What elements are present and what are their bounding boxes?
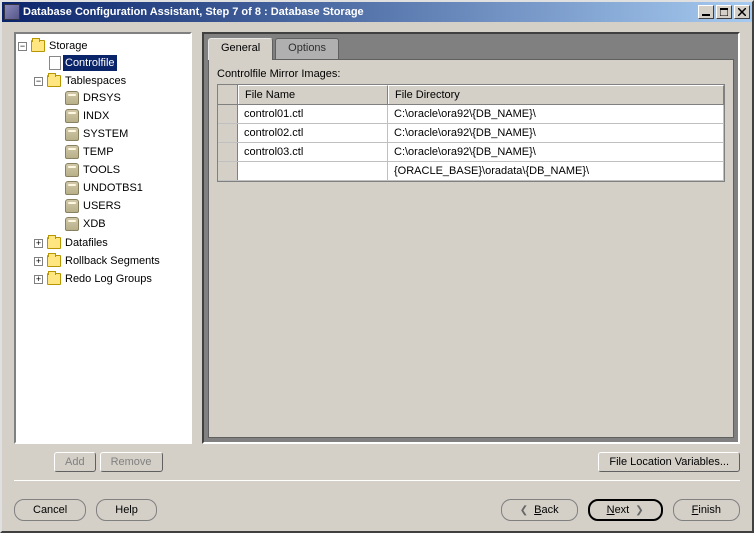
- cancel-button[interactable]: Cancel: [14, 499, 86, 521]
- tabs: General Options: [208, 38, 734, 60]
- folder-icon: [31, 40, 45, 52]
- detail-panel: General Options Controlfile Mirror Image…: [202, 32, 740, 444]
- next-button[interactable]: Next❯: [588, 499, 663, 521]
- tree-node-temp[interactable]: TEMP: [50, 144, 188, 160]
- tree-node-redo[interactable]: + Redo Log Groups: [34, 271, 188, 287]
- window-title: Database Configuration Assistant, Step 7…: [23, 6, 696, 18]
- tree-node-system[interactable]: SYSTEM: [50, 126, 188, 142]
- finish-button[interactable]: Finish: [673, 499, 740, 521]
- folder-icon: [47, 237, 61, 249]
- table-row[interactable]: control01.ctl C:\oracle\ora92\{DB_NAME}\: [218, 105, 724, 124]
- tablespace-icon: [65, 127, 79, 141]
- minimize-button[interactable]: [698, 5, 714, 19]
- expand-icon[interactable]: +: [34, 275, 43, 284]
- file-icon: [49, 56, 61, 70]
- file-location-variables-button[interactable]: File Location Variables...: [598, 452, 740, 472]
- maximize-button[interactable]: [716, 5, 732, 19]
- folder-icon: [47, 255, 61, 267]
- expand-icon[interactable]: +: [34, 239, 43, 248]
- collapse-icon[interactable]: −: [34, 77, 43, 86]
- col-file-name[interactable]: File Name: [238, 85, 388, 104]
- expand-icon[interactable]: +: [34, 257, 43, 266]
- app-icon: [4, 4, 20, 20]
- tablespace-icon: [65, 109, 79, 123]
- table-row[interactable]: {ORACLE_BASE}\oradata\{DB_NAME}\: [218, 162, 724, 181]
- tablespace-icon: [65, 181, 79, 195]
- tablespace-icon: [65, 145, 79, 159]
- separator: [14, 480, 740, 481]
- content-area: − Storage Controlfile: [2, 22, 752, 499]
- tree-node-undotbs1[interactable]: UNDOTBS1: [50, 180, 188, 196]
- remove-button[interactable]: Remove: [100, 452, 163, 472]
- row-header-blank: [218, 85, 238, 104]
- chevron-right-icon: ❯: [635, 505, 643, 516]
- close-button[interactable]: [734, 5, 750, 19]
- tree-node-drsys[interactable]: DRSYS: [50, 90, 188, 106]
- chevron-left-icon: ❮: [520, 505, 528, 516]
- title-bar[interactable]: Database Configuration Assistant, Step 7…: [2, 2, 752, 22]
- mirror-images-label: Controlfile Mirror Images:: [217, 68, 725, 80]
- collapse-icon[interactable]: −: [18, 42, 27, 51]
- table-row[interactable]: control03.ctl C:\oracle\ora92\{DB_NAME}\: [218, 143, 724, 162]
- tablespace-icon: [65, 163, 79, 177]
- tab-options[interactable]: Options: [275, 38, 339, 60]
- main-panel: − Storage Controlfile: [14, 32, 740, 444]
- folder-icon: [47, 75, 61, 87]
- add-button[interactable]: Add: [54, 452, 96, 472]
- tree-node-xdb[interactable]: XDB: [50, 216, 188, 232]
- help-button[interactable]: Help: [96, 499, 157, 521]
- tree-node-storage[interactable]: − Storage: [18, 38, 188, 54]
- table-row[interactable]: control02.ctl C:\oracle\ora92\{DB_NAME}\: [218, 124, 724, 143]
- tablespace-icon: [65, 91, 79, 105]
- col-file-directory[interactable]: File Directory: [388, 85, 724, 104]
- tablespace-icon: [65, 217, 79, 231]
- storage-tree[interactable]: − Storage Controlfile: [14, 32, 192, 444]
- back-button[interactable]: ❮Back: [501, 499, 578, 521]
- action-row: Add Remove File Location Variables...: [14, 444, 740, 472]
- tree-node-indx[interactable]: INDX: [50, 108, 188, 124]
- wizard-nav: Cancel Help ❮Back Next❯ Finish: [2, 499, 752, 531]
- grid-header: File Name File Directory: [218, 85, 724, 105]
- main-window: Database Configuration Assistant, Step 7…: [0, 0, 754, 533]
- tree-node-tools[interactable]: TOOLS: [50, 162, 188, 178]
- tree-node-tablespaces[interactable]: − Tablespaces: [34, 73, 188, 89]
- tree-node-users[interactable]: USERS: [50, 198, 188, 214]
- tree-node-controlfile[interactable]: Controlfile: [34, 55, 188, 71]
- folder-icon: [47, 273, 61, 285]
- controlfile-grid[interactable]: File Name File Directory control01.ctl C…: [217, 84, 725, 182]
- tree-node-datafiles[interactable]: + Datafiles: [34, 235, 188, 251]
- tree-node-rollback[interactable]: + Rollback Segments: [34, 253, 188, 269]
- tab-body-general: Controlfile Mirror Images: File Name Fil…: [208, 59, 734, 438]
- tablespace-icon: [65, 199, 79, 213]
- tab-general[interactable]: General: [208, 38, 273, 60]
